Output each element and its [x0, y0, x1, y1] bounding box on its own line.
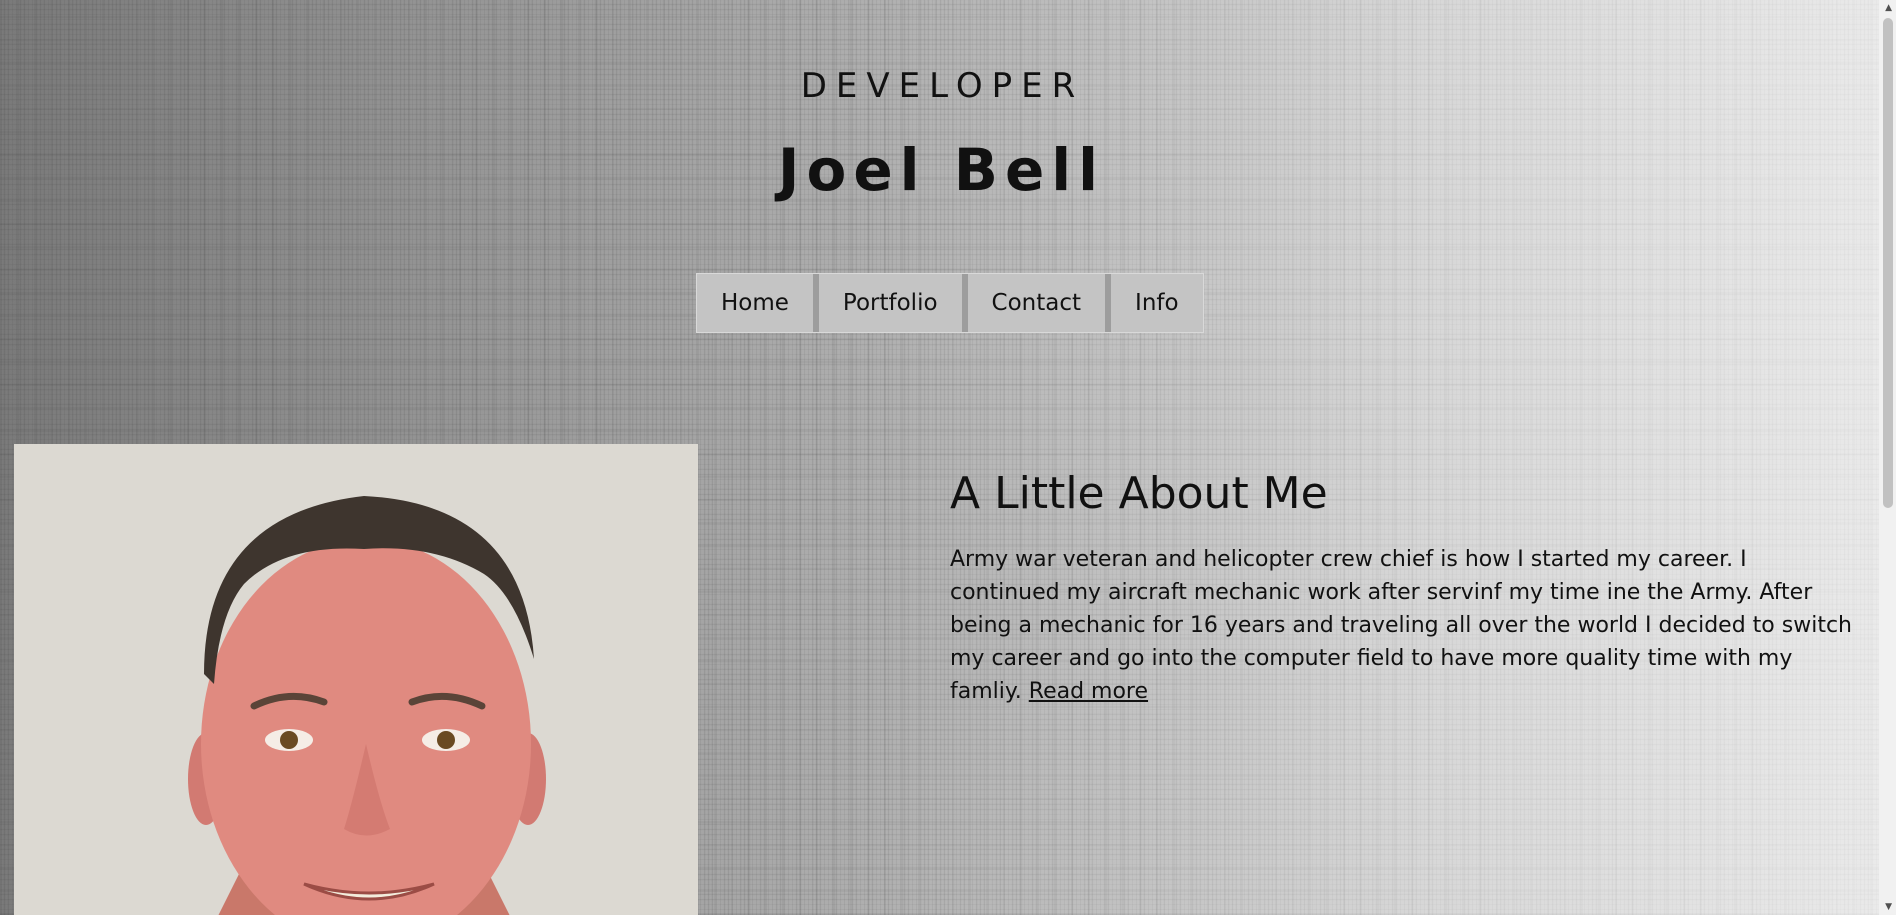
about-heading: A Little About Me: [950, 468, 1328, 519]
profile-photo-illustration: [14, 444, 698, 915]
nav-home[interactable]: Home: [697, 274, 819, 332]
about-body: Army war veteran and helicopter crew chi…: [950, 543, 1860, 708]
nav-info[interactable]: Info: [1111, 274, 1203, 332]
main-nav: Home Portfolio Contact Info: [696, 273, 1204, 333]
profile-photo: [14, 444, 698, 915]
triangle-up-icon[interactable]: ▲: [1885, 3, 1892, 13]
header-subtitle: DEVELOPER: [800, 66, 1085, 106]
page-scrollbar[interactable]: ▲ ▼: [1879, 0, 1896, 915]
chevron-down-icon[interactable]: ▼: [1885, 902, 1892, 912]
about-section: A Little About Me Army war veteran and h…: [950, 468, 1860, 708]
nav-contact[interactable]: Contact: [967, 274, 1112, 332]
nav-portfolio[interactable]: Portfolio: [818, 274, 968, 332]
header-title: Joel Bell: [777, 136, 1106, 204]
read-more-link[interactable]: Read more: [1029, 679, 1148, 704]
scrollbar-thumb[interactable]: [1883, 18, 1893, 508]
